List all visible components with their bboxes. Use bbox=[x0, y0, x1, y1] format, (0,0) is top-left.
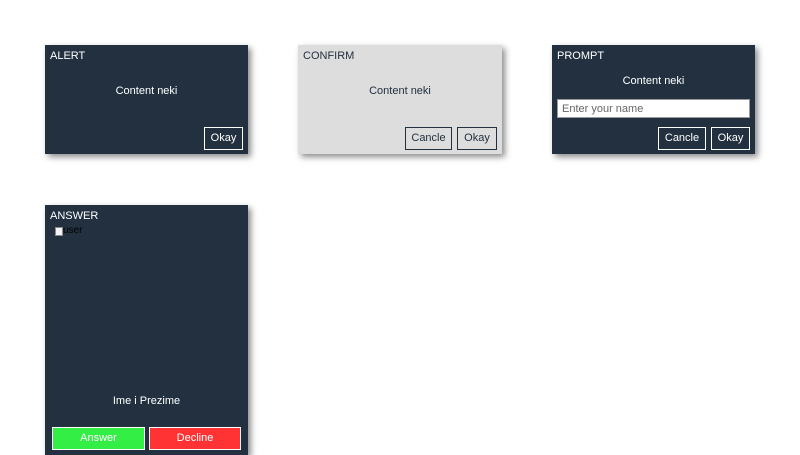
alert-dialog: ALERT Content neki Okay bbox=[45, 45, 248, 154]
confirm-cancel-button[interactable]: Cancle bbox=[405, 127, 452, 150]
caller-name: Ime i Prezime bbox=[112, 395, 181, 407]
prompt-cancel-button[interactable]: Cancle bbox=[658, 127, 706, 150]
answer-button[interactable]: Answer bbox=[52, 427, 145, 450]
alert-content: Content neki bbox=[115, 85, 178, 97]
name-input[interactable] bbox=[557, 99, 750, 118]
confirm-title: CONFIRM bbox=[303, 50, 355, 62]
alert-title: ALERT bbox=[50, 50, 86, 62]
confirm-dialog: CONFIRM Content neki Cancle Okay bbox=[298, 45, 502, 154]
answer-dialog: ANSWER user Ime i Prezime Answer Decline bbox=[45, 205, 248, 455]
confirm-okay-button[interactable]: Okay bbox=[457, 127, 497, 150]
prompt-content: Content neki bbox=[622, 75, 685, 87]
answer-title: ANSWER bbox=[50, 210, 99, 222]
confirm-content: Content neki bbox=[369, 85, 431, 97]
prompt-title: PROMPT bbox=[557, 50, 605, 62]
caller-image-alt: user bbox=[63, 225, 83, 236]
prompt-dialog: PROMPT Content neki Cancle Okay bbox=[552, 45, 755, 154]
alert-okay-button[interactable]: Okay bbox=[204, 127, 243, 150]
broken-image-icon bbox=[55, 226, 63, 236]
decline-button[interactable]: Decline bbox=[149, 427, 241, 450]
prompt-okay-button[interactable]: Okay bbox=[711, 127, 750, 150]
caller-image: user bbox=[55, 226, 82, 236]
